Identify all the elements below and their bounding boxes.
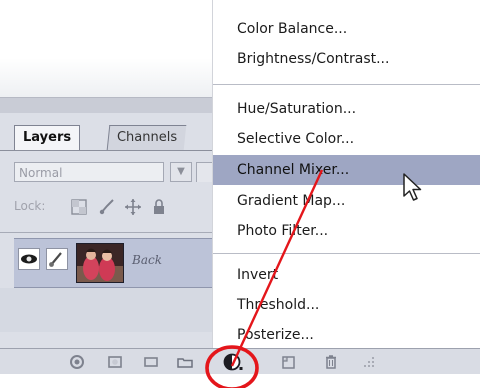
menu-item-invert[interactable]: Invert [213,260,480,290]
menu-item-color-balance[interactable]: Color Balance... [213,14,480,44]
brush-icon [46,248,68,270]
menu-item-gradient-map[interactable]: Gradient Map... [213,186,480,216]
tab-channels[interactable]: Channels [106,125,187,150]
lock-transparency-icon[interactable] [70,198,88,216]
resize-grip-icon[interactable] [360,353,378,371]
panel-empty-area [0,288,222,332]
panel-background [0,0,222,97]
lock-label: Lock: [14,199,46,213]
lock-position-icon[interactable] [124,198,142,216]
layer-thumbnail [76,243,124,283]
menu-item-photo-filter[interactable]: Photo Filter... [213,216,480,246]
layers-panel: Channels Layers Normal ▼ Lock: Back [0,0,222,388]
mouse-pointer-icon [402,172,428,206]
tab-underline [0,150,222,151]
screenshot-canvas: Channels Layers Normal ▼ Lock: Back Colo… [0,0,480,388]
link-layers-icon[interactable] [68,353,86,371]
menu-item-selective-color[interactable]: Selective Color... [213,124,480,154]
blend-mode-select[interactable]: Normal [14,162,164,182]
layer-name: Back [132,253,162,267]
menu-separator [213,253,480,254]
delete-layer-icon[interactable] [322,353,340,371]
menu-item-brightness-contrast[interactable]: Brightness/Contrast... [213,44,480,74]
divider [0,232,222,233]
lock-pixels-icon[interactable] [98,198,116,216]
layer-style-icon[interactable] [106,353,124,371]
tab-channels-label: Channels [116,130,178,145]
new-layer-icon[interactable] [280,353,298,371]
lock-row: Lock: [14,196,222,220]
tab-layers[interactable]: Layers [14,125,81,150]
layers-bottom-toolbar [0,348,480,375]
menu-item-threshold[interactable]: Threshold... [213,290,480,320]
layer-row-background[interactable]: Back [14,238,222,288]
tab-layers-label: Layers [23,130,72,145]
add-mask-icon[interactable] [142,353,160,371]
bottom-margin [0,374,480,388]
menu-separator [213,84,480,85]
menu-item-hue-saturation[interactable]: Hue/Saturation... [213,94,480,124]
menu-item-posterize[interactable]: Posterize... [213,320,480,350]
eye-icon[interactable] [18,248,40,270]
chevron-down-icon[interactable]: ▼ [170,162,192,182]
new-adjustment-layer-icon[interactable] [222,351,244,373]
panel-title-strip [0,97,222,114]
lock-all-icon[interactable] [150,198,168,216]
new-group-icon[interactable] [176,353,194,371]
menu-item-channel-mixer[interactable]: Channel Mixer... [213,155,480,185]
adjustment-layer-menu: Color Balance... Brightness/Contrast... … [212,0,480,348]
